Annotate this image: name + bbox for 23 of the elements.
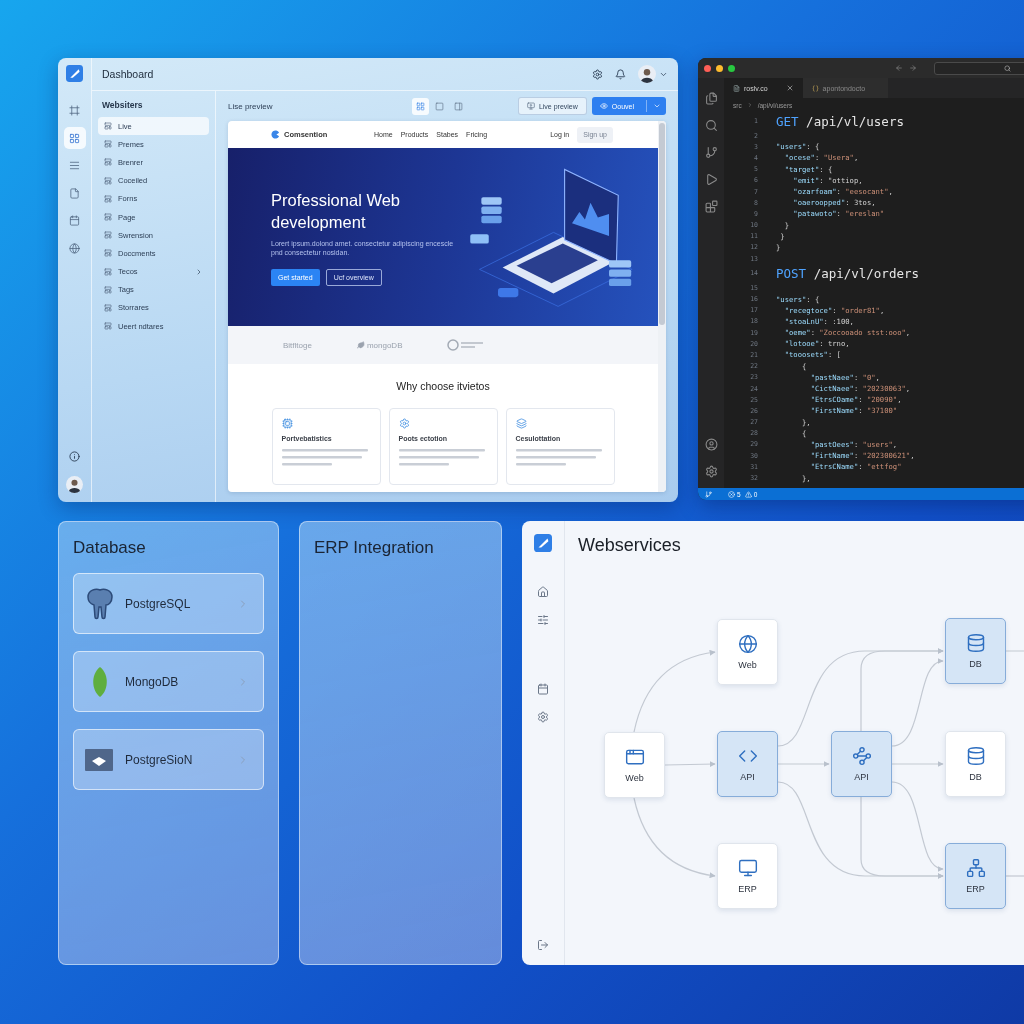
panel-title: ERP Integration (314, 538, 435, 558)
node-label: DB (969, 772, 982, 782)
hero-title: Professional Web development (271, 189, 401, 233)
node-label: Web (625, 773, 644, 783)
database-item[interactable]: PostgreSQL (73, 573, 264, 634)
database-item[interactable]: PostgreSioN (73, 729, 264, 790)
code-line: GET /api/vl/users (776, 113, 904, 129)
node-label: Web (738, 660, 757, 670)
toolbar-title: Lise preview (228, 101, 274, 111)
node-label: API (854, 772, 869, 782)
node-label: API (740, 772, 755, 782)
window-title: Webservices (577, 534, 682, 557)
panel-title: Database (73, 538, 147, 558)
node-label: ERP (966, 884, 985, 894)
window-title: Dashboard (102, 68, 155, 80)
code-line: POST /api/vl/orders (776, 265, 919, 281)
partner-logo: Bitfltoge (283, 340, 312, 350)
node-label: ERP (738, 884, 757, 894)
partner-logo: mongoDB (366, 340, 403, 350)
database-item[interactable]: MongoDB (73, 651, 264, 712)
section-title: Why choose itvietos (396, 380, 490, 392)
node-label: DB (969, 659, 982, 669)
sidebar-title: Websiters (102, 100, 144, 110)
